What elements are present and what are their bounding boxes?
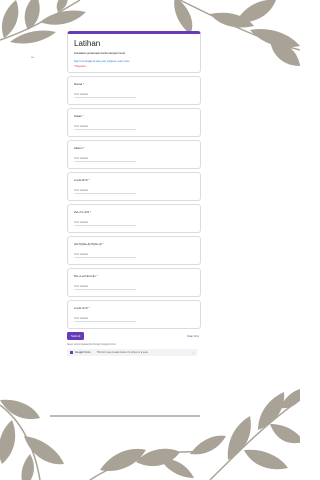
chevron-right-icon[interactable]: › (193, 351, 194, 355)
answer-input[interactable]: Your answer (74, 157, 136, 162)
leaf (270, 424, 300, 444)
question-text: Absen (74, 146, 83, 150)
footer-message: This form was created inside of a school… (96, 351, 149, 354)
question-card: (2x-5)(3x+4)=5(4x-3) * Your answer (67, 236, 201, 265)
question-label: (2x-5)(3x+4)=5(4x-3) * (74, 242, 194, 246)
leaf (190, 435, 226, 455)
form-title: Latihan (74, 39, 101, 48)
google-forms-logo-icon (70, 351, 73, 354)
form-actions: Submit Clear form (67, 331, 201, 341)
answer-input[interactable]: Your answer (74, 93, 136, 98)
password-warning: Never submit passwords through Google Fo… (67, 344, 117, 346)
form-container: Latihan selesaikan persamaan berikut den… (67, 31, 201, 356)
leaf (236, 0, 276, 23)
required-asterisk: * (82, 114, 84, 118)
answer-input[interactable]: Your answer (74, 285, 136, 290)
clear-form-button[interactable]: Clear form (187, 335, 199, 338)
leaf (24, 0, 40, 30)
side-label: ••• (31, 55, 35, 59)
question-label: x²+2x-8=0 * (74, 178, 194, 182)
submit-button[interactable]: Submit (67, 331, 85, 341)
question-label: Absen * (74, 146, 194, 150)
question-card: 2x²+7x-4=0 * Your answer (67, 204, 201, 233)
question-card: Kelas * Your answer (67, 108, 201, 137)
question-label: 5x²+x+2=2x²+3x * (74, 274, 194, 278)
question-text: Nama (74, 82, 83, 86)
question-card: x²+2x-3=0 * Your answer (67, 300, 201, 329)
required-asterisk: * (88, 306, 90, 310)
question-text: 2x²+7x-4=0 (74, 210, 90, 214)
answer-input[interactable]: Your answer (74, 253, 136, 258)
form-description: selesaikan persamaan berikut dengan bena… (74, 52, 126, 55)
question-label: x²+2x-3=0 * (74, 306, 194, 310)
required-asterisk: * (90, 210, 92, 214)
required-asterisk: * (82, 82, 85, 86)
form-header-card: Latihan selesaikan persamaan berikut den… (67, 31, 201, 73)
question-card: Nama * Your answer (67, 76, 201, 105)
question-text: x²+2x-3=0 (74, 306, 88, 310)
leaf (0, 420, 16, 464)
answer-input[interactable]: Your answer (74, 221, 136, 226)
required-asterisk: * (83, 146, 85, 150)
learn-more-link[interactable]: Learn more (117, 60, 129, 63)
question-card: x²+2x-8=0 * Your answer (67, 172, 201, 201)
account-notice-text[interactable]: Sign in to Google to save your progress. (74, 60, 117, 63)
leaf (244, 449, 288, 470)
answer-input[interactable]: Your answer (74, 317, 136, 322)
required-asterisk: * (102, 242, 104, 246)
account-notice: Sign in to Google to save your progress.… (74, 60, 194, 63)
question-label: Kelas * (74, 114, 194, 118)
question-text: Kelas (74, 114, 82, 118)
question-text: (2x-5)(3x+4)=5(4x-3) (74, 242, 102, 246)
question-card: Absen * Your answer (67, 140, 201, 169)
question-card: 5x²+x+2=2x²+3x * Your answer (67, 268, 201, 297)
question-text: 5x²+x+2=2x²+3x (74, 274, 96, 278)
leaf (160, 458, 194, 478)
leaf (40, 10, 86, 25)
forms-brand-label: Google Forms (75, 351, 91, 354)
question-label: Nama * (74, 82, 194, 86)
question-text: x²+2x-8=0 (74, 178, 88, 182)
question-label: 2x²+7x-4=0 * (74, 210, 194, 214)
required-asterisk: * (88, 178, 90, 182)
leaf (21, 454, 34, 480)
required-asterisk: * (96, 274, 98, 278)
forms-footer-bar: Google Forms This form was created insid… (67, 349, 197, 356)
answer-input[interactable]: Your answer (74, 125, 136, 130)
required-note: * Required (74, 65, 86, 68)
leaf (10, 30, 56, 44)
answer-input[interactable]: Your answer (74, 189, 136, 194)
leaf (1, 0, 19, 38)
